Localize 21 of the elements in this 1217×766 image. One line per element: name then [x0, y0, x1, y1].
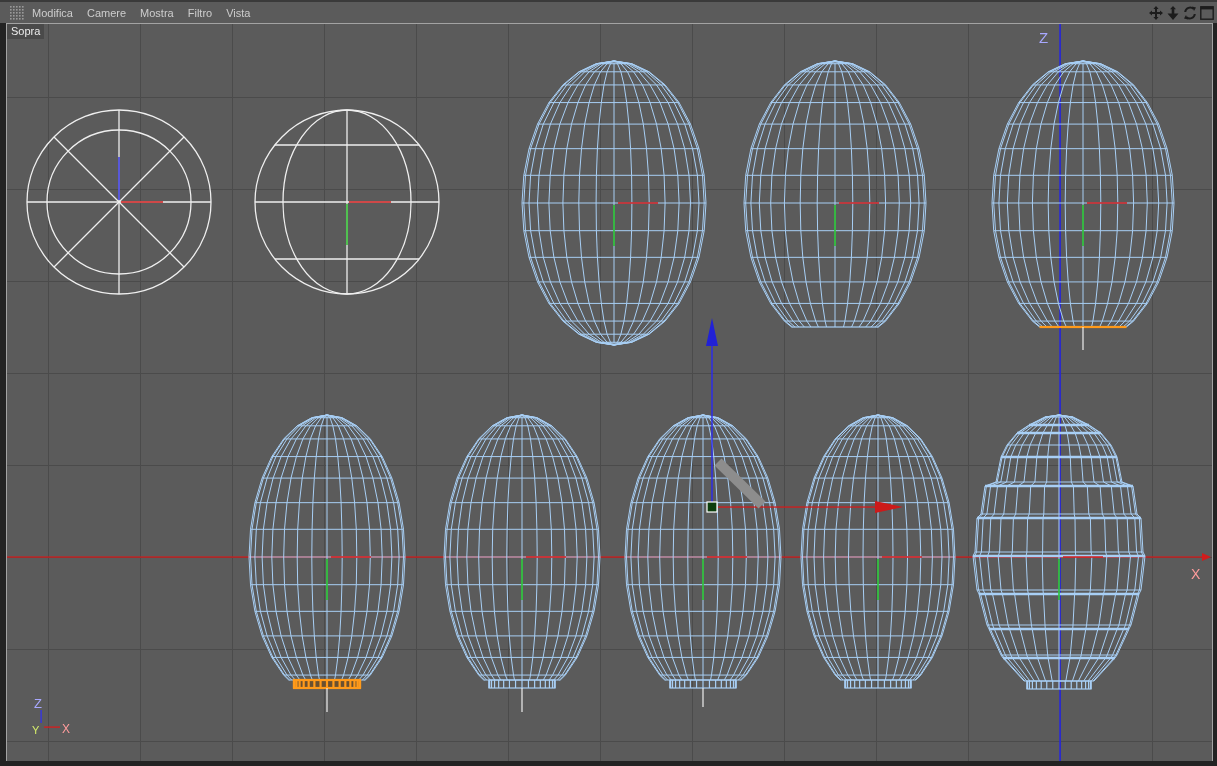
vertical-move-handle[interactable] [706, 318, 718, 502]
axis-label: Z [1039, 29, 1049, 46]
move-icon[interactable] [1149, 5, 1163, 20]
dotted-grip-icon[interactable] [10, 5, 24, 20]
menu-item[interactable]: Modifica [25, 5, 80, 20]
view-label: Sopra [7, 24, 45, 39]
axis-triad-icon [40, 710, 60, 728]
menu-item[interactable]: Mostra [133, 5, 181, 20]
menu-item[interactable]: Vista [219, 5, 258, 20]
axis-label: X [1191, 566, 1201, 582]
axis-label: Y [32, 724, 40, 736]
menu-item[interactable]: Filtro [180, 5, 220, 20]
horizontal-move-handle[interactable] [718, 501, 903, 513]
axis-label: Z [34, 696, 42, 711]
vertical-arrows-icon[interactable] [1166, 5, 1180, 20]
menu-item[interactable]: Camere [79, 5, 134, 20]
axis-label: X [62, 722, 70, 736]
rotate-icon[interactable] [1183, 5, 1197, 20]
diagonal-handle[interactable] [714, 458, 766, 509]
center-handle[interactable] [706, 501, 718, 513]
maximize-icon[interactable] [1200, 5, 1214, 20]
